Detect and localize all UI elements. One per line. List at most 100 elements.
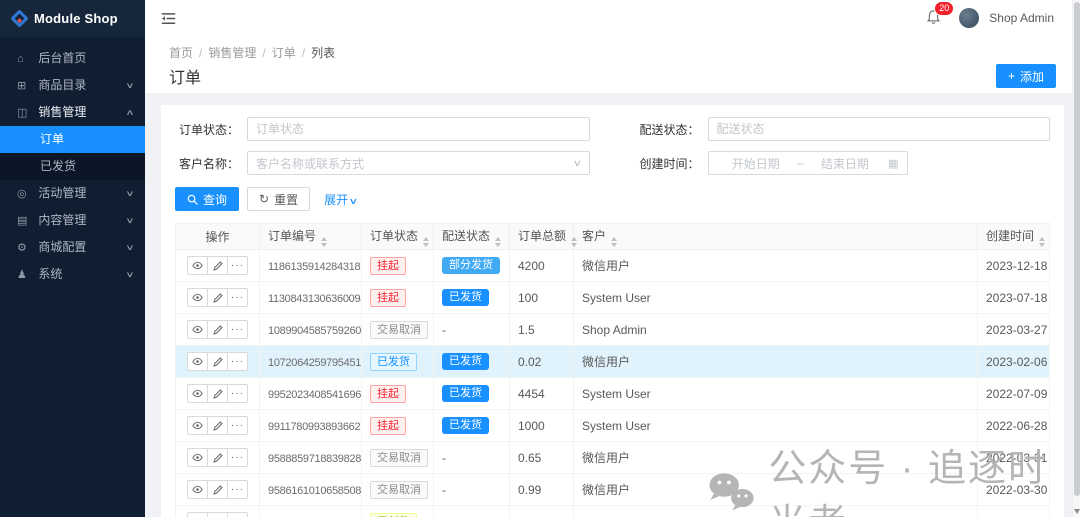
edit-button[interactable] (207, 512, 228, 517)
edit-button[interactable] (207, 480, 228, 499)
view-button[interactable] (187, 512, 208, 517)
col-header-customer[interactable]: 客户 (574, 224, 978, 250)
start-date-field[interactable]: 开始日期 (717, 155, 795, 172)
avatar[interactable] (959, 8, 979, 28)
created-date: 2022-03-30 (978, 474, 1050, 506)
breadcrumb-item[interactable]: 首页 (169, 46, 193, 60)
expand-link[interactable]: 展开∨ (324, 191, 357, 208)
ellipsis-icon: ··· (231, 484, 244, 495)
view-button[interactable] (187, 352, 208, 371)
query-button[interactable]: 查询 (175, 187, 239, 211)
sidebar-item-activity[interactable]: ◎ 活动管理 ∨ (0, 180, 145, 207)
sort-icon[interactable] (321, 237, 327, 247)
sort-icon[interactable] (611, 237, 617, 247)
order-number: 1072064259795451904 (268, 357, 362, 369)
sidebar-item-shipped[interactable]: 已发货 (0, 153, 145, 180)
sidebar-item-orders[interactable]: 订单 (0, 126, 145, 153)
sort-icon[interactable] (423, 237, 429, 247)
more-button[interactable]: ··· (227, 384, 248, 403)
delivery-status-input[interactable] (708, 117, 1051, 141)
date-range-picker[interactable]: 开始日期 – 结束日期 ▦ (708, 151, 908, 175)
scrollbar-thumb[interactable] (1074, 2, 1080, 496)
table-row[interactable]: ···1130843130636009472挂起已发货100System Use… (176, 282, 1050, 314)
sidebar-item-dashboard[interactable]: ⌂ 后台首页 (0, 45, 145, 72)
sidebar-item-catalog[interactable]: ⊞ 商品目录 ∨ (0, 72, 145, 99)
topbar: 20 Shop Admin (145, 0, 1080, 36)
col-header-created[interactable]: 创建时间 (978, 224, 1050, 250)
customer-select-placeholder: 客户名称或联系方式 (256, 155, 364, 172)
view-button[interactable] (187, 448, 208, 467)
breadcrumb-item[interactable]: 销售管理 (208, 46, 256, 60)
table-header-row: 操作 订单编号 订单状态 配送状态 订单总额 客户 创建时间 (176, 224, 1050, 250)
customer-name: 微信用户 (574, 474, 978, 506)
delivery-status-badge: 已发货 (442, 289, 489, 306)
table-row[interactable]: ···958616101065850880交易取消-0.99微信用户2022-0… (176, 474, 1050, 506)
more-button[interactable]: ··· (227, 480, 248, 499)
chevron-down-icon: ∨ (125, 261, 134, 288)
add-button[interactable]: + 添加 (996, 64, 1056, 88)
edit-button[interactable] (207, 288, 228, 307)
edit-button[interactable] (207, 320, 228, 339)
vertical-scrollbar[interactable] (1072, 0, 1080, 517)
more-button[interactable]: ··· (227, 352, 248, 371)
notification-bell-icon[interactable]: 20 (926, 9, 941, 28)
table-row[interactable]: ···995202340854169600挂起已发货4454System Use… (176, 378, 1050, 410)
col-header-order-status[interactable]: 订单状态 (362, 224, 434, 250)
sidebar-item-mall-config[interactable]: ⚙ 商城配置 ∨ (0, 234, 145, 261)
created-date: 2022-06-28 (978, 410, 1050, 442)
table-row[interactable]: ···1089904585759260672交易取消-1.5Shop Admin… (176, 314, 1050, 346)
scrollbar-down-arrow-icon[interactable] (1074, 509, 1080, 514)
sort-icon[interactable] (571, 237, 577, 247)
menu-fold-icon[interactable] (161, 11, 176, 26)
view-button[interactable] (187, 320, 208, 339)
table-row[interactable]: ···991178099389366272挂起已发货1000System Use… (176, 410, 1050, 442)
col-header-order-no[interactable]: 订单编号 (260, 224, 362, 250)
pencil-icon (213, 325, 223, 335)
col-header-delivery-status[interactable]: 配送状态 (434, 224, 510, 250)
more-button[interactable]: ··· (227, 448, 248, 467)
customer-name: 微信用户 (574, 250, 978, 282)
edit-button[interactable] (207, 352, 228, 371)
edit-button[interactable] (207, 384, 228, 403)
end-date-field[interactable]: 结束日期 (806, 155, 884, 172)
eye-icon (192, 421, 203, 430)
more-button[interactable]: ··· (227, 416, 248, 435)
customer-name-select[interactable]: 客户名称或联系方式 ∨ (247, 151, 590, 175)
order-status-badge: 挂起 (370, 417, 406, 435)
view-button[interactable] (187, 480, 208, 499)
view-button[interactable] (187, 416, 208, 435)
breadcrumb-item[interactable]: 订单 (272, 46, 296, 60)
eye-icon (192, 293, 203, 302)
sidebar-item-sales[interactable]: ◫ 销售管理 ∧ (0, 99, 145, 126)
table-row[interactable]: ···941834499372214272已付款-234- (176, 506, 1050, 517)
sidebar: Module Shop ⌂ 后台首页 ⊞ 商品目录 ∨ ◫ 销售管理 ∧ 订单 … (0, 0, 145, 517)
sidebar-item-system[interactable]: ♟ 系统 ∨ (0, 261, 145, 288)
more-button[interactable]: ··· (227, 256, 248, 275)
more-button[interactable]: ··· (227, 288, 248, 307)
logo-text: Module Shop (34, 11, 118, 26)
view-button[interactable] (187, 256, 208, 275)
more-button[interactable]: ··· (227, 512, 248, 517)
table-row[interactable]: ···1072064259795451904已发货已发货0.02微信用户2023… (176, 346, 1050, 378)
view-button[interactable] (187, 384, 208, 403)
delivery-status-badge: 已发货 (442, 353, 489, 370)
order-status-input[interactable] (247, 117, 590, 141)
table-row[interactable]: ···958885971883982848交易取消-0.65微信用户2022-0… (176, 442, 1050, 474)
reset-button[interactable]: ↻ 重置 (247, 187, 310, 211)
logo[interactable]: Module Shop (0, 0, 145, 37)
user-name[interactable]: Shop Admin (989, 11, 1054, 25)
edit-button[interactable] (207, 416, 228, 435)
order-status-badge: 挂起 (370, 385, 406, 403)
col-header-total[interactable]: 订单总额 (510, 224, 574, 250)
edit-button[interactable] (207, 256, 228, 275)
view-button[interactable] (187, 288, 208, 307)
order-status-badge: 交易取消 (370, 321, 428, 339)
sort-icon[interactable] (1039, 237, 1045, 247)
edit-button[interactable] (207, 448, 228, 467)
more-button[interactable]: ··· (227, 320, 248, 339)
sort-icon[interactable] (495, 237, 501, 247)
sidebar-item-content[interactable]: ▤ 内容管理 ∨ (0, 207, 145, 234)
order-number: 995202340854169600 (268, 389, 362, 401)
sidebar-item-label: 活动管理 (38, 186, 86, 200)
table-row[interactable]: ···1186135914284318720挂起部分发货4200微信用户2023… (176, 250, 1050, 282)
